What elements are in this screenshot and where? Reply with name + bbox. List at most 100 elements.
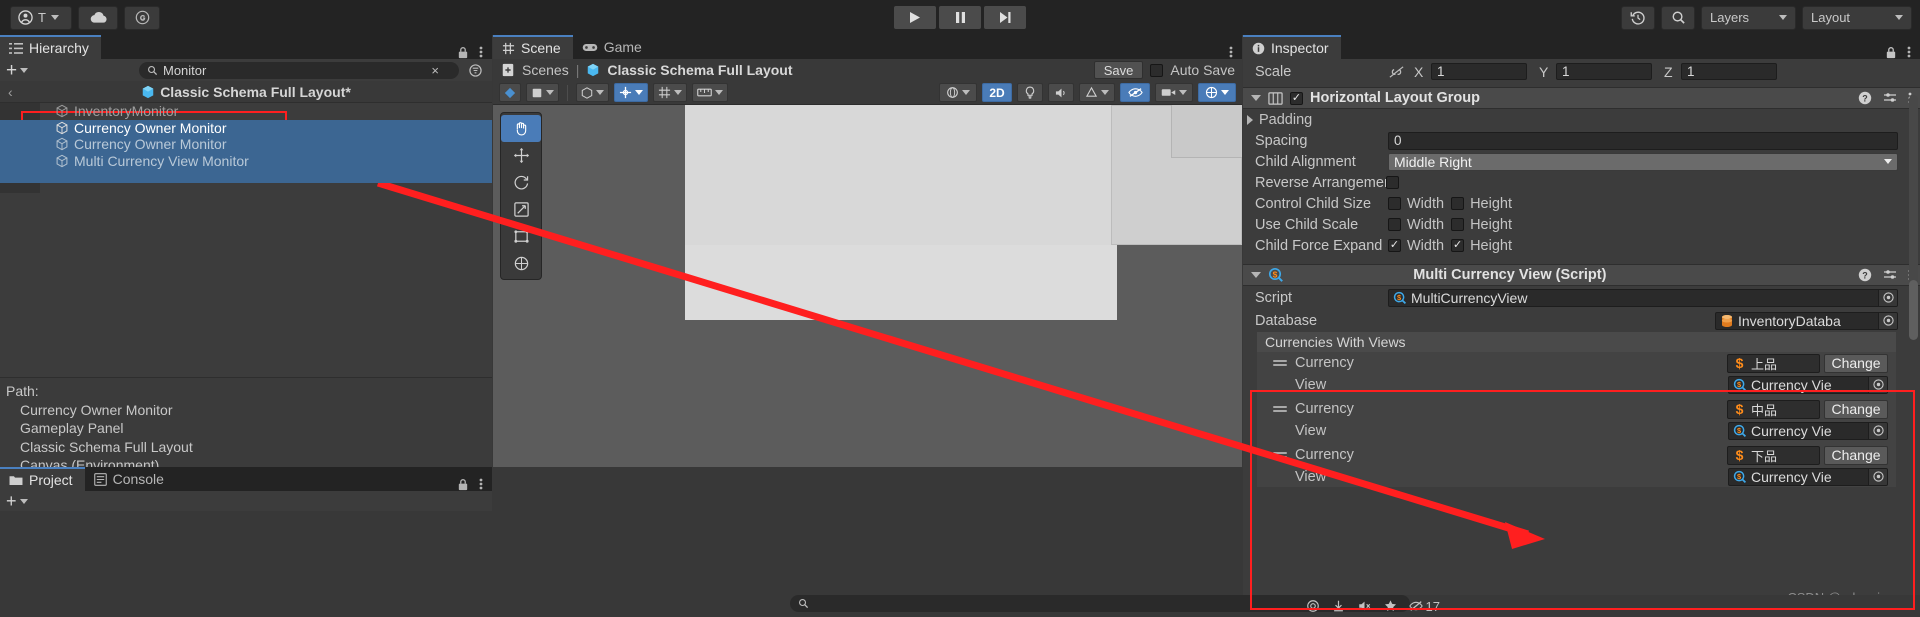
camera-settings-button[interactable]	[1155, 83, 1193, 102]
drag-handle-icon[interactable]	[1273, 360, 1287, 366]
hidden-objects-button[interactable]	[1120, 83, 1150, 102]
reverse-arrangement-checkbox[interactable]	[1386, 176, 1399, 189]
drag-handle-icon[interactable]	[1273, 452, 1287, 458]
padding-row[interactable]: Padding	[1243, 109, 1920, 130]
script-object-field[interactable]: $ MultiCurrencyView	[1388, 288, 1898, 307]
mute-icon[interactable]	[1357, 599, 1372, 613]
scale-x-input[interactable]: 1	[1431, 63, 1527, 80]
lock-icon[interactable]	[457, 46, 469, 59]
transform-tool-button[interactable]	[501, 250, 541, 277]
hierarchy-row-currency-owner-monitor-2[interactable]: Currency Owner Monitor	[0, 136, 492, 153]
path-item-0[interactable]: Currency Owner Monitor	[6, 401, 492, 420]
object-picker-icon[interactable]	[1868, 376, 1887, 393]
inspector-scrollbar[interactable]	[1909, 95, 1918, 310]
gizmo-toggle-button[interactable]	[614, 83, 648, 102]
download-icon[interactable]	[1331, 599, 1346, 613]
services-button[interactable]	[124, 5, 160, 30]
scale-y-input[interactable]: 1	[1556, 63, 1652, 80]
kebab-menu-icon[interactable]	[1229, 45, 1233, 59]
object-picker-icon[interactable]	[1878, 289, 1897, 306]
move-tool-button[interactable]	[501, 142, 541, 169]
gizmo-mode-button[interactable]	[576, 83, 609, 102]
cloud-button[interactable]	[78, 5, 118, 30]
currencies-with-views-header[interactable]: Currencies With Views	[1257, 332, 1896, 352]
horizontal-layout-group-header[interactable]: Horizontal Layout Group ?	[1243, 87, 1920, 109]
path-item-2[interactable]: Classic Schema Full Layout	[6, 438, 492, 457]
kebab-menu-icon[interactable]	[1907, 45, 1911, 59]
lock-icon[interactable]	[457, 478, 469, 491]
preset-icon[interactable]	[1883, 91, 1897, 105]
hierarchy-row-inventorymonitor[interactable]: InventoryMonitor	[0, 103, 492, 120]
layout-dropdown[interactable]: Layout	[1802, 5, 1912, 30]
control-child-height-checkbox[interactable]	[1451, 197, 1465, 210]
grid-button[interactable]	[653, 83, 687, 102]
padding-foldout-arrow-icon[interactable]	[1247, 114, 1253, 125]
clear-icon[interactable]: ×	[431, 63, 439, 78]
view-object-field[interactable]: $ Currency Vie	[1728, 467, 1888, 486]
change-button[interactable]: Change	[1824, 353, 1888, 373]
change-button[interactable]: Change	[1824, 399, 1888, 419]
gizmos-settings-button[interactable]	[1198, 83, 1236, 102]
spacing-input[interactable]: 0	[1388, 131, 1898, 150]
hand-tool-button[interactable]	[501, 115, 541, 142]
draw-mode-button[interactable]	[526, 83, 559, 102]
fx-dropdown-button[interactable]	[1079, 83, 1115, 102]
tab-console[interactable]: Console	[85, 467, 176, 491]
account-button[interactable]: T	[10, 5, 72, 30]
help-icon[interactable]: ?	[1858, 268, 1872, 282]
error-count-badge[interactable]: 17	[1408, 599, 1440, 614]
search-button[interactable]	[1661, 5, 1695, 30]
database-object-field[interactable]: InventoryDataba	[1715, 311, 1898, 330]
settings-icon[interactable]	[1306, 599, 1320, 613]
scene-viewport[interactable]	[493, 105, 1242, 467]
lighting-toggle-button[interactable]	[1017, 83, 1043, 102]
hierarchy-row-currency-owner-monitor[interactable]: Currency Owner Monitor	[0, 119, 492, 136]
constrain-proportions-off-icon[interactable]	[1388, 65, 1405, 79]
view-object-field[interactable]: $ Currency Vie	[1728, 421, 1888, 440]
tab-project[interactable]: Project	[0, 467, 85, 491]
object-picker-icon[interactable]	[1878, 312, 1897, 329]
currency-object-field[interactable]: $ 中品	[1727, 399, 1820, 419]
tab-scene[interactable]: Scene	[493, 35, 573, 59]
foldout-arrow-icon[interactable]	[1251, 272, 1261, 278]
scale-tool-button[interactable]	[501, 196, 541, 223]
child-force-expand-width-checkbox[interactable]	[1388, 239, 1401, 252]
object-picker-icon[interactable]	[1868, 468, 1887, 485]
hierarchy-search-input[interactable]: Monitor ×	[139, 61, 459, 79]
help-icon[interactable]: ?	[1858, 91, 1872, 105]
shading-mode-button[interactable]	[499, 83, 521, 102]
object-picker-icon[interactable]	[1868, 422, 1887, 439]
kebab-menu-icon[interactable]	[479, 45, 483, 59]
use-child-scale-width-checkbox[interactable]	[1388, 218, 1401, 231]
scene-breadcrumb-scenes[interactable]: Scenes	[522, 62, 569, 78]
change-button[interactable]: Change	[1824, 445, 1888, 465]
use-child-scale-height-checkbox[interactable]	[1451, 218, 1465, 231]
hierarchy-add-button[interactable]: +	[6, 61, 29, 80]
preset-icon[interactable]	[1883, 268, 1897, 282]
hierarchy-row-multi-currency-view-monitor[interactable]: Multi Currency View Monitor	[0, 152, 492, 169]
drag-handle-icon[interactable]	[1273, 406, 1287, 412]
multi-currency-view-header[interactable]: $ Multi Currency View (Script) ?	[1243, 264, 1920, 286]
effects-dropdown-button[interactable]	[939, 83, 977, 102]
2d-toggle-button[interactable]: 2D	[982, 83, 1012, 102]
project-add-button[interactable]: +	[6, 492, 28, 510]
pause-button[interactable]	[939, 6, 981, 29]
child-alignment-dropdown[interactable]: Middle Right	[1388, 152, 1898, 171]
layers-dropdown[interactable]: Layers	[1701, 5, 1796, 30]
snap-button[interactable]	[692, 83, 728, 102]
breadcrumb-back-button[interactable]: ‹	[0, 84, 21, 100]
kebab-menu-icon[interactable]	[479, 477, 483, 491]
play-button[interactable]	[894, 6, 936, 29]
save-button[interactable]: Save	[1093, 61, 1144, 79]
rect-tool-button[interactable]	[501, 223, 541, 250]
lock-icon[interactable]	[1885, 46, 1897, 59]
view-object-field[interactable]: $ Currency Vie	[1728, 375, 1888, 394]
currency-object-field[interactable]: $ 上品	[1727, 353, 1820, 373]
tab-inspector[interactable]: Inspector	[1243, 35, 1341, 59]
inspector-scrollbar-thumb[interactable]	[1909, 280, 1918, 340]
auto-save-checkbox[interactable]	[1150, 63, 1164, 77]
rotate-tool-button[interactable]	[501, 169, 541, 196]
filter-icon[interactable]	[469, 63, 482, 77]
scale-z-input[interactable]: 1	[1681, 63, 1777, 80]
tab-hierarchy[interactable]: Hierarchy	[0, 35, 101, 59]
